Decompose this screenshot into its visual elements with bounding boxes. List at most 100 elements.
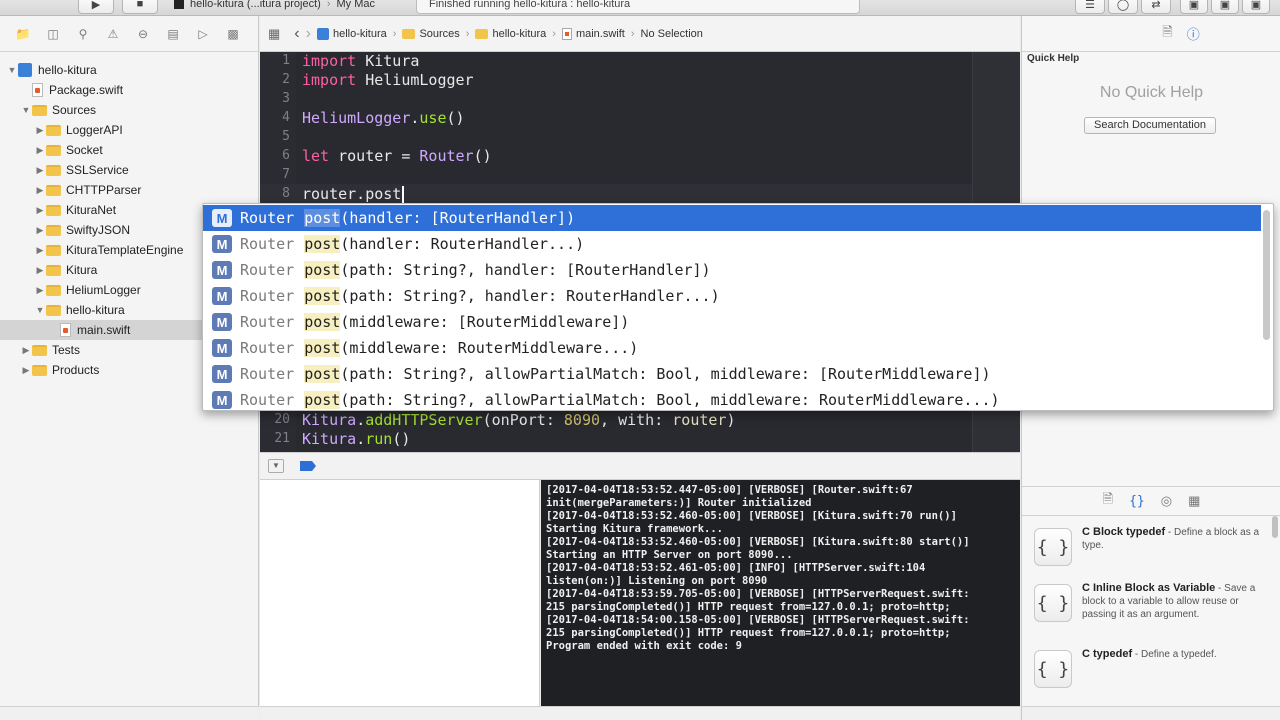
- debug-filter-bar[interactable]: [260, 706, 1020, 720]
- line-number: 21: [274, 431, 290, 446]
- disclosure-closed-icon[interactable]: ▶: [34, 125, 46, 136]
- completion-item[interactable]: M Router post (path: String?, allowPartialM…: [203, 361, 1261, 387]
- source-control-icon[interactable]: ◫: [38, 22, 68, 46]
- disclosure-closed-icon[interactable]: ▶: [20, 365, 32, 376]
- object-library-icon[interactable]: ◎: [1161, 493, 1172, 509]
- toggle-debug-button[interactable]: ▣: [1211, 0, 1239, 14]
- navigator-item[interactable]: ▶ Socket: [0, 140, 259, 160]
- breadcrumb-project[interactable]: hello-kitura: [316, 27, 387, 40]
- completion-item[interactable]: M Router post (handler: RouterHandler...): [203, 231, 1261, 257]
- completion-match: post: [304, 391, 341, 409]
- snippet-title: C typedef: [1082, 648, 1133, 660]
- run-button[interactable]: ▶: [78, 0, 114, 14]
- completion-signature: (path: String?, handler: [RouterHandler]…: [340, 261, 711, 279]
- toggle-inspector-button[interactable]: ▣: [1242, 0, 1270, 14]
- completion-return-type: Router: [240, 209, 295, 227]
- jump-bar: ▦ ‹ › hello-kitura › Sources › hello-kit…: [260, 16, 1020, 52]
- navigator-item[interactable]: ▶ CHTTPParser: [0, 180, 259, 200]
- code-line[interactable]: 2 import HeliumLogger: [260, 70, 972, 89]
- assistant-editor-button[interactable]: ◯: [1108, 0, 1138, 14]
- code-line[interactable]: 4 HeliumLogger.use(): [260, 108, 972, 127]
- completion-item[interactable]: M Router post (path: String?, allowPartialM…: [203, 387, 1261, 410]
- disclosure-closed-icon[interactable]: ▶: [34, 225, 46, 236]
- navigator-item[interactable]: Package.swift: [0, 80, 259, 100]
- snippet-item[interactable]: { } C typedef - Define a typedef.: [1022, 644, 1272, 700]
- library-scrollbar[interactable]: [1272, 516, 1278, 538]
- breakpoints-toggle-icon[interactable]: [300, 461, 316, 471]
- disclosure-closed-icon[interactable]: ▶: [34, 145, 46, 156]
- disclosure-open-icon[interactable]: ▼: [6, 65, 18, 75]
- completion-item[interactable]: M Router post (path: String?, handler: Rout…: [203, 283, 1261, 309]
- stop-button[interactable]: ■: [122, 0, 158, 14]
- code-line[interactable]: 7: [260, 165, 972, 184]
- code-text: router.post: [294, 185, 405, 203]
- search-documentation-button[interactable]: Search Documentation: [1084, 117, 1216, 134]
- completion-item[interactable]: M Router post (middleware: [RouterMiddlewar…: [203, 309, 1261, 335]
- navigator-filter-bar[interactable]: [0, 706, 259, 720]
- breadcrumb-symbol[interactable]: No Selection: [641, 28, 703, 40]
- forward-arrow-icon[interactable]: ›: [306, 25, 311, 43]
- completion-item[interactable]: M Router post (path: String?, handler: [Rou…: [203, 257, 1261, 283]
- breakpoint-icon[interactable]: ▷: [188, 22, 218, 46]
- file-template-icon[interactable]: 🗎: [1103, 490, 1113, 512]
- code-snippet-icon[interactable]: {}: [1129, 494, 1145, 509]
- navigator-item[interactable]: ▶ SSLService: [0, 160, 259, 180]
- scheme-selector[interactable]: hello-kitura (...itura project) › My Mac: [168, 0, 408, 14]
- report-icon[interactable]: ▩: [218, 22, 248, 46]
- code-line[interactable]: 8 router.post: [260, 184, 972, 203]
- console-output[interactable]: [2017-04-04T18:53:52.447-05:00] [VERBOSE…: [541, 480, 1020, 706]
- media-library-icon[interactable]: ▦: [1188, 493, 1200, 509]
- snippet-item[interactable]: { } C Block typedef - Define a block as a…: [1022, 522, 1272, 578]
- library-filter-bar[interactable]: [1022, 706, 1280, 720]
- code-line[interactable]: 5: [260, 127, 972, 146]
- folder-icon: [46, 264, 61, 276]
- completion-item[interactable]: M Router post (middleware: RouterMiddleware…: [203, 335, 1261, 361]
- debug-icon[interactable]: ▤: [158, 22, 188, 46]
- disclosure-closed-icon[interactable]: ▶: [34, 265, 46, 276]
- standard-editor-button[interactable]: ☰: [1075, 0, 1105, 14]
- disclosure-closed-icon[interactable]: ▶: [34, 205, 46, 216]
- breadcrumb-file[interactable]: main.swift: [561, 27, 625, 40]
- breadcrumb-sources[interactable]: Sources: [402, 28, 460, 40]
- disclosure-closed-icon[interactable]: ▶: [20, 345, 32, 356]
- navigator-item-label: Socket: [66, 143, 103, 157]
- snippet-item[interactable]: { } C Inline Block as Variable - Save a b…: [1022, 578, 1272, 634]
- navigator-item[interactable]: ▶ LoggerAPI: [0, 120, 259, 140]
- method-badge-icon: M: [212, 339, 232, 357]
- related-items-icon[interactable]: ▦: [268, 26, 280, 42]
- code-line[interactable]: 20 Kitura.addHTTPServer(onPort: 8090, wit…: [260, 410, 972, 429]
- disclosure-closed-icon[interactable]: ▶: [34, 285, 46, 296]
- back-arrow-icon[interactable]: ‹: [294, 25, 299, 43]
- navigator-item[interactable]: ▼ hello-kitura: [0, 60, 259, 80]
- disclosure-open-icon[interactable]: ▼: [20, 105, 32, 115]
- quick-help-icon[interactable]: ⓘ: [1187, 24, 1200, 43]
- folder-icon[interactable]: 📁: [8, 22, 38, 46]
- toolbar: ▶ ■ hello-kitura (...itura project) › My…: [0, 0, 1280, 16]
- code-line[interactable]: 21 Kitura.run(): [260, 429, 972, 448]
- disclosure-closed-icon[interactable]: ▶: [34, 185, 46, 196]
- code-line[interactable]: 6 let router = Router(): [260, 146, 972, 165]
- breadcrumb-separator: ›: [552, 27, 556, 40]
- warning-icon[interactable]: ⚠: [98, 22, 128, 46]
- disclosure-closed-icon[interactable]: ▶: [34, 165, 46, 176]
- file-inspector-icon[interactable]: 🗎: [1162, 23, 1172, 45]
- navigator-item[interactable]: ▼ Sources: [0, 100, 259, 120]
- completion-signature: (handler: [RouterHandler]): [340, 209, 576, 227]
- navigator-item-label: LoggerAPI: [66, 123, 123, 137]
- code-line[interactable]: 3: [260, 89, 972, 108]
- swift-file-icon: [561, 27, 572, 40]
- code-line[interactable]: 1 import Kitura: [260, 52, 972, 70]
- chevron-right-icon: ›: [326, 0, 331, 10]
- toggle-navigator-button[interactable]: ▣: [1180, 0, 1208, 14]
- navigator-item-label: KituraNet: [66, 203, 117, 217]
- disclosure-closed-icon[interactable]: ▶: [34, 245, 46, 256]
- version-editor-button[interactable]: ⇄: [1141, 0, 1171, 14]
- completion-return-type: Router: [240, 287, 295, 305]
- breadcrumb-target[interactable]: hello-kitura: [475, 28, 546, 40]
- test-icon[interactable]: ⊖: [128, 22, 158, 46]
- search-icon[interactable]: ⚲: [68, 22, 98, 46]
- completion-item[interactable]: M Router post (handler: [RouterHandler]): [203, 205, 1261, 231]
- completion-scrollbar[interactable]: [1263, 210, 1270, 340]
- disclosure-open-icon[interactable]: ▼: [34, 305, 46, 315]
- hide-debug-area-icon[interactable]: ▼: [268, 459, 284, 473]
